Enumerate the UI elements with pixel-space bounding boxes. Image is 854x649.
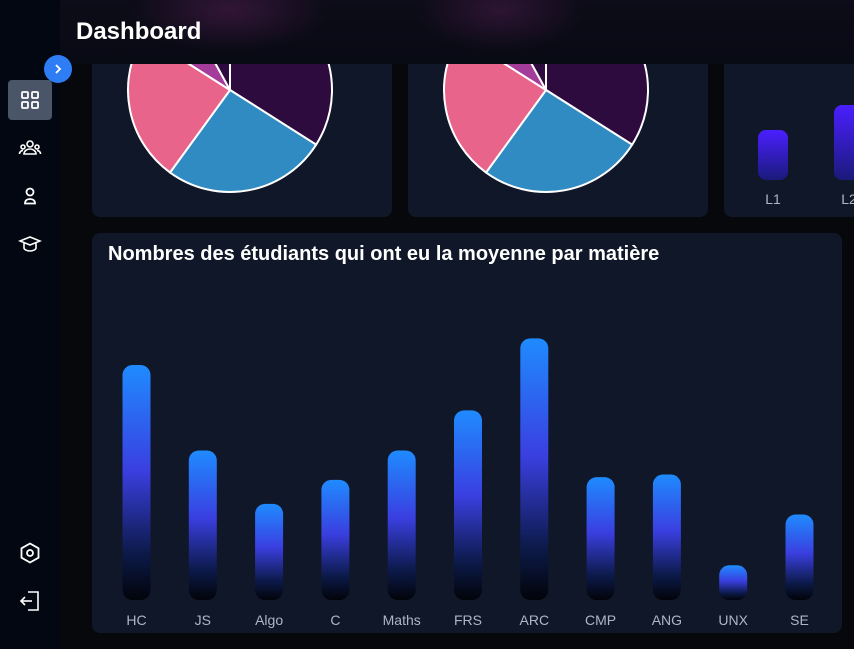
bar-UNX[interactable]	[719, 565, 748, 600]
graduation-cap-icon	[18, 236, 42, 252]
level-label-L2: L2	[841, 191, 854, 207]
page-title: Dashboard	[76, 18, 202, 45]
sidebar-item-dashboard[interactable]	[8, 80, 52, 120]
x-tick-label-SE: SE	[790, 612, 809, 628]
x-tick-label-Algo: Algo	[255, 612, 283, 628]
sidebar-item-courses[interactable]	[8, 224, 52, 264]
bar-C[interactable]	[321, 479, 350, 600]
sidebar-item-groups[interactable]	[8, 128, 52, 168]
chevron-right-icon	[55, 64, 62, 74]
subject-bar-chart: HC JS Algo C Maths FRS ARC CMP ANG UNX SE	[122, 338, 814, 628]
chart-title: Nombres des étudiants qui ont eu la moye…	[108, 243, 660, 265]
bar-FRS[interactable]	[454, 410, 482, 600]
x-tick-label-HC: HC	[126, 612, 146, 628]
bar-Maths[interactable]	[387, 450, 416, 600]
level-bar-L2[interactable]	[834, 105, 854, 180]
bar-SE[interactable]	[785, 514, 814, 600]
subject-bar-chart-card: Nombres des étudiants qui ont eu la moye…	[92, 233, 842, 633]
x-tick-label-ARC: ARC	[520, 612, 550, 628]
sidebar-item-profile[interactable]	[8, 176, 52, 216]
x-tick-label-Maths: Maths	[383, 612, 421, 628]
bar-HC[interactable]	[122, 365, 151, 600]
pie-chart-card-1	[92, 40, 392, 217]
grid-icon	[21, 91, 39, 109]
x-tick-label-JS: JS	[195, 612, 211, 628]
pie-chart-1	[127, 40, 333, 193]
sidebar-item-logout[interactable]	[8, 581, 52, 621]
bar-ARC[interactable]	[520, 338, 549, 600]
level-label-L1: L1	[765, 191, 781, 207]
logout-icon	[19, 591, 39, 611]
top-bar: Dashboard	[60, 0, 854, 64]
x-tick-label-ANG: ANG	[652, 612, 682, 628]
level-bar-chart: L1 L2	[758, 105, 854, 207]
user-icon	[24, 187, 36, 205]
level-chart-card: L1 L2	[724, 40, 854, 217]
bar-ANG[interactable]	[652, 474, 681, 600]
users-group-icon	[18, 140, 42, 155]
sidebar	[0, 0, 60, 649]
sidebar-expand-button[interactable]	[44, 55, 72, 83]
bar-JS[interactable]	[188, 450, 217, 600]
x-tick-label-CMP: CMP	[585, 612, 616, 628]
settings-hexagon-icon	[20, 542, 40, 564]
bar-CMP[interactable]	[586, 477, 615, 600]
bar-Algo[interactable]	[255, 503, 284, 600]
x-tick-label-C: C	[330, 612, 340, 628]
level-bar-L1[interactable]	[758, 130, 788, 180]
x-tick-label-FRS: FRS	[454, 612, 482, 628]
sidebar-item-settings[interactable]	[8, 533, 52, 573]
pie-chart-card-2	[408, 40, 708, 217]
x-tick-label-UNX: UNX	[718, 612, 748, 628]
pie-chart-2	[443, 40, 649, 193]
